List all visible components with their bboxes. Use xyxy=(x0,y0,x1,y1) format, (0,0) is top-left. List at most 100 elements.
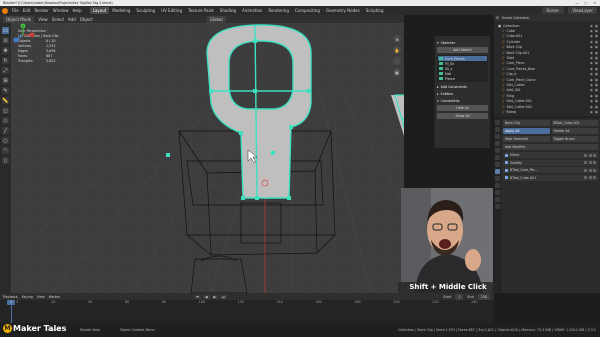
zoom-icon[interactable]: ⊕ xyxy=(393,35,401,43)
menu-window[interactable]: Window xyxy=(53,8,69,13)
start-frame-field[interactable]: 1 xyxy=(455,293,464,300)
render-tab-icon[interactable] xyxy=(495,127,500,132)
sketch-list: Cure_Pieces Fil_Sk Sk_s Hall Pierce xyxy=(437,55,488,82)
tab-shading[interactable]: Shading xyxy=(217,7,239,14)
cursor-icon[interactable]: ⊙ xyxy=(2,37,9,44)
camera-icon: ▣ xyxy=(594,39,598,44)
modifier-solidify[interactable]: Solidify xyxy=(503,159,598,166)
scale-icon[interactable]: ⤢ xyxy=(2,67,9,74)
constraints-section[interactable]: ▾ Constraints xyxy=(437,99,488,103)
entities-section[interactable]: ▸ Entities xyxy=(437,92,488,96)
menu-view[interactable]: View xyxy=(37,295,45,299)
orientation-dropdown[interactable]: Global xyxy=(206,15,226,23)
scene-tab-icon[interactable] xyxy=(495,148,500,153)
data-tab-icon[interactable] xyxy=(495,197,500,202)
outliner-item[interactable]: ▽ Ramp ◉ ▣ xyxy=(496,109,598,114)
menu-select[interactable]: Select xyxy=(52,17,64,22)
menu-add[interactable]: Add xyxy=(68,17,76,22)
play-icon[interactable]: ▶ xyxy=(211,294,219,299)
tab-layout[interactable]: Layout xyxy=(89,7,110,14)
add-cube-icon[interactable]: ◻ xyxy=(2,107,9,114)
minimize-button[interactable]: — xyxy=(575,1,578,5)
particles-tab-icon[interactable] xyxy=(495,176,500,181)
3d-viewport[interactable]: User Perspective (1) Collection | Back C… xyxy=(11,23,404,293)
menu-keying[interactable]: Keying xyxy=(22,295,33,299)
tab-compositing[interactable]: Compositing xyxy=(292,7,323,14)
menu-edit[interactable]: Edit xyxy=(23,8,31,13)
output-tab-icon[interactable] xyxy=(495,134,500,139)
camera-icon: ▣ xyxy=(594,45,598,50)
physics-tab-icon[interactable] xyxy=(495,183,500,188)
mesh-icon: ▽ xyxy=(502,104,505,109)
sketch-icon[interactable]: ◇ xyxy=(2,117,9,124)
end-frame-field[interactable]: 250 xyxy=(477,293,490,300)
tab-sculpting[interactable]: Sculpting xyxy=(133,7,158,14)
hide-all-button[interactable]: Hide all xyxy=(437,105,488,111)
mode-dropdown[interactable]: Object Mode xyxy=(3,15,35,23)
jump-end-icon[interactable]: ⏭ xyxy=(220,294,228,299)
move-icon[interactable]: ✥ xyxy=(2,47,9,54)
scene-selector[interactable]: Scene xyxy=(542,7,565,14)
material-tab-icon[interactable] xyxy=(495,204,500,209)
transform-icon[interactable]: ⊞ xyxy=(2,77,9,84)
add-sketch-button[interactable]: Add Sketch xyxy=(437,47,488,53)
play-reverse-icon[interactable]: ◀ xyxy=(203,294,210,299)
menu-file[interactable]: File xyxy=(12,8,19,13)
rotate-icon[interactable]: ↻ xyxy=(2,57,9,64)
blender-logo-icon[interactable] xyxy=(2,7,8,14)
tool-tab-icon[interactable] xyxy=(495,120,500,125)
sketch-item[interactable]: Pierce xyxy=(438,76,487,81)
tab-rendering[interactable]: Rendering xyxy=(265,7,291,14)
modifier-boolean[interactable]: BTool_Core_Pie... xyxy=(503,167,598,173)
line-icon[interactable]: ╱ xyxy=(2,127,9,134)
rectangle-icon[interactable]: ▯ xyxy=(2,157,9,164)
menu-playback[interactable]: Playback xyxy=(3,295,18,299)
tab-texture-paint[interactable]: Texture Paint xyxy=(185,7,217,14)
presenter-video xyxy=(401,188,493,293)
navigation-gizmo[interactable]: X Y Z xyxy=(11,23,35,47)
arc-icon[interactable]: ◠ xyxy=(2,147,9,154)
annotate-icon[interactable]: ✎ xyxy=(2,87,9,94)
modifier-tab-icon[interactable] xyxy=(495,169,500,174)
camera-icon[interactable]: 🎥 xyxy=(393,57,401,65)
toggle-brush-button[interactable]: Toggle Brush xyxy=(551,136,598,142)
object-tab-icon[interactable] xyxy=(495,162,500,167)
add-constraints-section[interactable]: ▸ Add Constraints xyxy=(437,85,488,89)
tab-modeling[interactable]: Modeling xyxy=(109,7,133,14)
menu-marker[interactable]: Marker xyxy=(49,295,60,299)
show-all-button[interactable]: Show All xyxy=(437,113,488,119)
view-layer-tab-icon[interactable] xyxy=(495,141,500,146)
target-name-field[interactable]: BTool_Cube.001 xyxy=(551,120,598,126)
world-tab-icon[interactable] xyxy=(495,155,500,160)
select-box-icon[interactable]: ▭ xyxy=(2,27,9,34)
menu-render[interactable]: Render xyxy=(34,8,48,13)
tab-scripting[interactable]: Scripting xyxy=(363,7,387,14)
object-name-field[interactable]: Back Clip xyxy=(503,120,550,126)
view-layer-selector[interactable]: ViewLayer xyxy=(568,7,597,14)
delete-all-button[interactable]: Delete All xyxy=(551,128,598,134)
tab-animation[interactable]: Animation xyxy=(239,7,265,14)
apply-all-button[interactable]: Apply All xyxy=(503,128,550,134)
playhead[interactable] xyxy=(11,305,12,323)
measure-icon[interactable]: 📏 xyxy=(2,97,9,104)
circle-icon[interactable]: ○ xyxy=(2,137,9,144)
add-modifier-dropdown[interactable]: Add Modifier xyxy=(503,144,598,150)
close-button[interactable]: ✕ xyxy=(593,1,596,5)
modifier-mirror[interactable]: Mirror xyxy=(503,152,598,158)
tab-geometry-nodes[interactable]: Geometry Nodes xyxy=(323,7,363,14)
modifier-boolean[interactable]: BTool_Cube.001 xyxy=(503,174,598,181)
hide-selected-button[interactable]: Hide Selected xyxy=(503,136,550,142)
visibility-icon: ◉ xyxy=(589,72,593,77)
constraints-tab-icon[interactable] xyxy=(495,190,500,195)
properties-body: Back Clip BTool_Cube.001 Apply All Delet… xyxy=(503,120,598,182)
maximize-button[interactable]: ▢ xyxy=(584,1,587,5)
menu-object[interactable]: Object xyxy=(80,17,93,22)
pan-icon[interactable]: ✋ xyxy=(393,46,401,54)
jump-start-icon[interactable]: ⏮ xyxy=(194,294,201,299)
menu-view[interactable]: View xyxy=(38,17,48,22)
sketcher-header[interactable]: ▾ Sketcher xyxy=(437,41,488,45)
menu-help[interactable]: Help xyxy=(72,8,81,13)
frame-ruler[interactable]: 0 20 40 60 80 100 120 140 160 180 200 220 240 xyxy=(0,300,494,305)
grid-toggle-icon[interactable]: ▦ xyxy=(393,68,401,76)
tab-uv-editing[interactable]: UV Editing xyxy=(158,7,185,14)
